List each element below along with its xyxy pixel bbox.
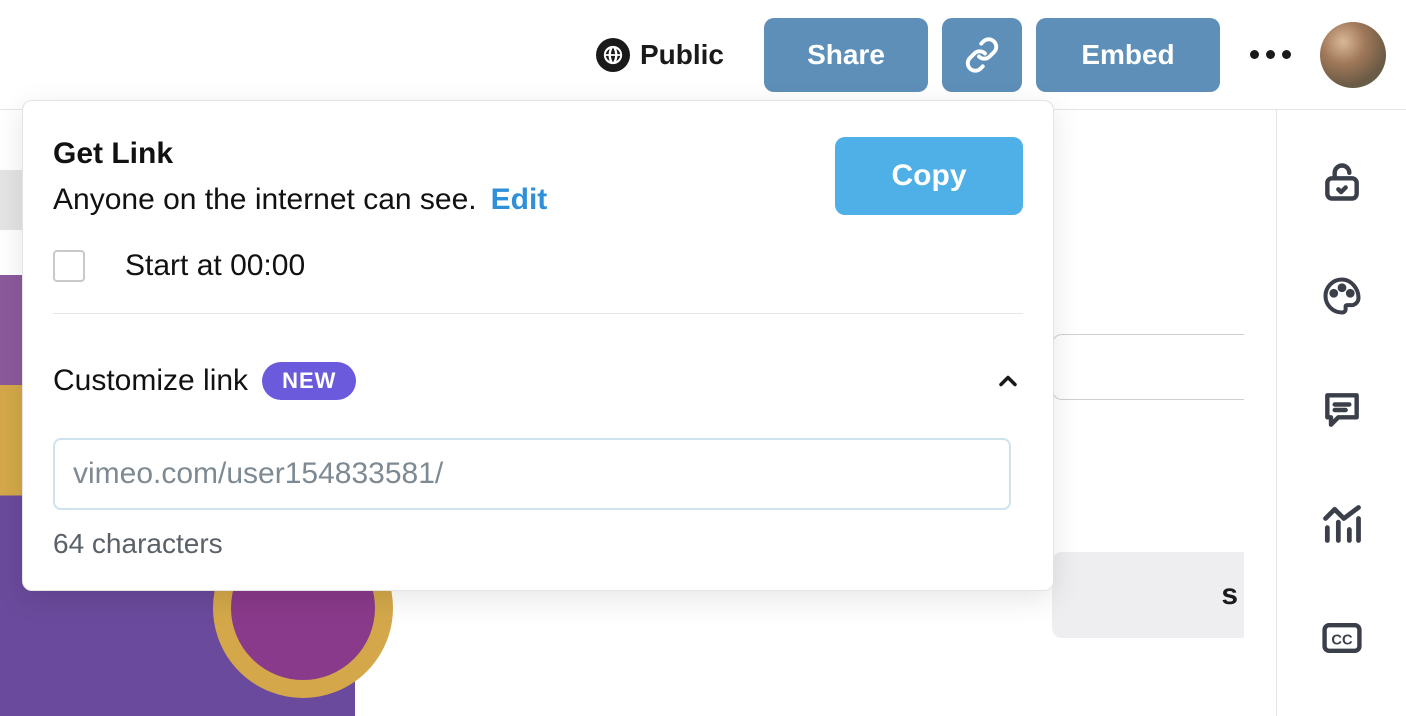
popover-header: Get Link Anyone on the internet can see.… (53, 137, 1023, 217)
new-badge: NEW (262, 362, 356, 400)
privacy-label: Public (640, 39, 724, 71)
start-at-checkbox[interactable] (53, 250, 85, 282)
header-actions: Public Share Embed (596, 18, 1386, 92)
link-icon (964, 37, 1000, 73)
panel-input-fragment (1052, 334, 1244, 400)
copy-button[interactable]: Copy (835, 137, 1023, 215)
get-link-popover: Get Link Anyone on the internet can see.… (22, 100, 1054, 591)
chevron-up-icon[interactable] (993, 366, 1023, 396)
custom-slug-input[interactable] (53, 438, 1011, 510)
start-at-label: Start at 00:00 (125, 249, 305, 283)
embed-button[interactable]: Embed (1036, 18, 1220, 92)
privacy-indicator[interactable]: Public (596, 38, 724, 72)
page-header: Public Share Embed (0, 0, 1406, 110)
right-rail: CC (1276, 110, 1406, 716)
dot-icon (1282, 50, 1291, 59)
divider (53, 313, 1023, 314)
bg-fragment (0, 170, 22, 230)
globe-icon (596, 38, 630, 72)
popover-title: Get Link (53, 137, 835, 171)
lock-icon[interactable] (1320, 160, 1364, 204)
cc-icon[interactable]: CC (1320, 616, 1364, 660)
edit-privacy-link[interactable]: Edit (491, 183, 548, 217)
char-count: 64 characters (53, 528, 1023, 560)
copy-link-button[interactable] (942, 18, 1022, 92)
comment-icon[interactable] (1320, 388, 1364, 432)
dot-icon (1250, 50, 1259, 59)
start-at-row: Start at 00:00 (53, 249, 1023, 283)
more-menu[interactable] (1240, 50, 1300, 59)
share-button-label: Share (807, 39, 885, 71)
share-button[interactable]: Share (764, 18, 928, 92)
svg-text:CC: CC (1331, 632, 1353, 648)
panel-tab-fragment: s (1052, 552, 1244, 638)
tab-tail-text: s (1221, 578, 1238, 612)
customize-link-header[interactable]: Customize link NEW (53, 362, 1023, 400)
analytics-icon[interactable] (1320, 502, 1364, 546)
popover-description: Anyone on the internet can see. (53, 183, 477, 217)
palette-icon[interactable] (1320, 274, 1364, 318)
start-at-prefix: Start at (125, 249, 222, 282)
copy-button-label: Copy (892, 159, 967, 192)
dot-icon (1266, 50, 1275, 59)
avatar[interactable] (1320, 22, 1386, 88)
start-at-time: 00:00 (230, 249, 305, 282)
embed-button-label: Embed (1081, 39, 1174, 71)
customize-link-title: Customize link (53, 364, 248, 398)
